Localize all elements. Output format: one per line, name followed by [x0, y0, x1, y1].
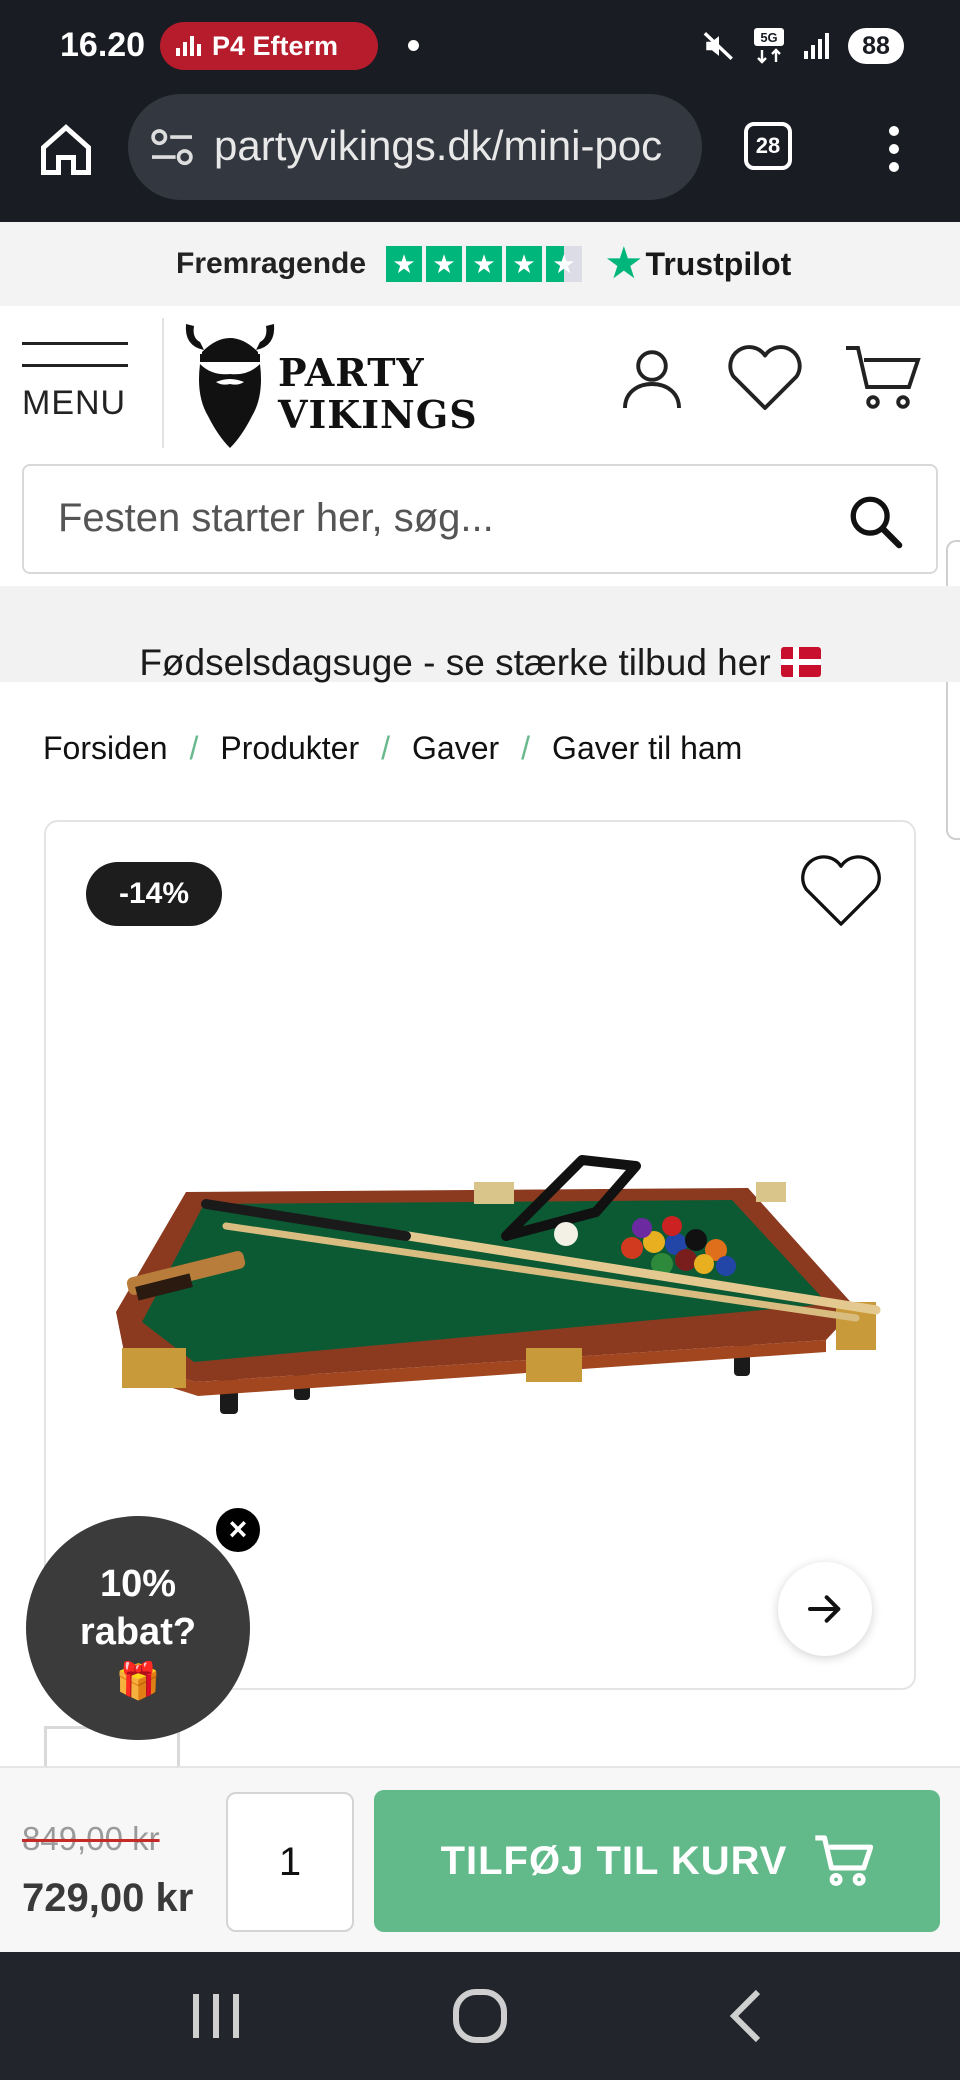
network-5g-icon: 5G [754, 28, 784, 64]
tab-switcher-button[interactable]: 28 [744, 122, 792, 170]
trustpilot-logo: ★ Trustpilot [604, 242, 791, 286]
media-chip-label: P4 Efterm [212, 31, 339, 61]
star-icon: ★ [466, 246, 503, 282]
clock: 16.20 [60, 26, 146, 64]
close-icon[interactable]: × [212, 1504, 264, 1556]
media-chip[interactable]: P4 Efterm [160, 22, 378, 70]
promo-text: Fødselsdagsuge - se stærke tilbud her [139, 642, 771, 683]
promo-banner[interactable]: Fødselsdagsuge - se stærke tilbud her [0, 586, 960, 683]
home-nav-icon[interactable] [450, 1988, 510, 2044]
header-icons [616, 342, 922, 414]
quantity-input[interactable]: 1 [226, 1792, 354, 1932]
viking-logo-icon [185, 324, 275, 448]
equalizer-icon [176, 36, 202, 56]
wishlist-heart-icon[interactable] [726, 342, 804, 414]
logo-text-vikings: VIKINGS [278, 392, 478, 437]
cart-icon[interactable] [842, 342, 922, 414]
danish-flag-icon [780, 647, 821, 678]
discount-percent: 10% [99, 1563, 177, 1605]
url-text: partyvikings.dk/mini-poc [214, 122, 663, 169]
site-header: MENU PARTY VIKINGS [0, 306, 960, 456]
search-input[interactable]: Festen starter her, søg... [22, 464, 938, 574]
system-navigation-bar [0, 1952, 960, 2080]
system-icons: 5G 88 [702, 22, 904, 70]
next-image-button[interactable] [778, 1562, 872, 1656]
breadcrumb-produkter[interactable]: Produkter [220, 730, 359, 767]
discount-badge: -14% [86, 862, 222, 926]
notification-dot [408, 40, 419, 51]
trustpilot-rating-word: Fremragende [176, 247, 367, 280]
scroll-handle[interactable] [946, 540, 960, 840]
breadcrumb: Forsiden / Produkter / Gaver / Gaver til… [43, 730, 742, 767]
battery-level: 88 [848, 28, 904, 64]
half-star-icon: ★ [546, 246, 583, 282]
star-icon: ★ [506, 246, 543, 282]
arrow-right-icon [808, 1595, 841, 1623]
add-to-cart-label: TILFØJ TIL KURV [440, 1838, 788, 1883]
breadcrumb-separator: / [381, 730, 391, 766]
breadcrumb-forsiden[interactable]: Forsiden [43, 730, 168, 767]
gift-icon: 🎁 [115, 1660, 161, 1701]
sticky-buy-bar: 849,00 kr 729,00 kr 1 TILFØJ TIL KURV [0, 1766, 960, 1952]
current-price: 729,00 kr [22, 1876, 194, 1920]
discount-popup[interactable]: 10% rabat? 🎁 [26, 1516, 250, 1740]
trustpilot-stars: ★ ★ ★ ★ ★ [386, 246, 583, 282]
add-to-wishlist-heart-icon[interactable] [798, 848, 884, 934]
site-logo[interactable]: PARTY VIKINGS [182, 316, 477, 456]
site-settings-icon[interactable] [150, 128, 194, 168]
add-to-cart-button[interactable]: TILFØJ TIL KURV [374, 1790, 940, 1932]
breadcrumb-gaver-til-ham[interactable]: Gaver til ham [552, 730, 742, 767]
menu-label: MENU [22, 384, 127, 422]
menu-button[interactable]: MENU [22, 342, 130, 442]
hamburger-icon [22, 364, 128, 367]
address-bar[interactable]: partyvikings.dk/mini-poc [128, 94, 702, 200]
breadcrumb-separator: / [189, 730, 199, 766]
trustpilot-brand: Trustpilot [645, 245, 792, 282]
search-placeholder: Festen starter her, søg... [58, 496, 494, 540]
home-icon[interactable] [36, 120, 96, 180]
signal-icon [804, 33, 829, 59]
old-price: 849,00 kr [22, 1820, 160, 1857]
breadcrumb-separator: / [521, 730, 531, 766]
logo-text-party: PARTY [278, 350, 425, 395]
recent-apps-icon[interactable] [186, 1988, 246, 2044]
header-divider [162, 318, 164, 448]
overflow-menu-icon[interactable] [886, 126, 902, 172]
svg-text:5G: 5G [760, 30, 777, 45]
discount-question: rabat? [79, 1611, 197, 1653]
star-icon: ★ [426, 246, 463, 282]
hamburger-icon [22, 342, 128, 345]
browser-toolbar: partyvikings.dk/mini-poc 28 [0, 92, 960, 222]
breadcrumb-gaver[interactable]: Gaver [412, 730, 499, 767]
product-image[interactable] [76, 1152, 916, 1472]
star-icon: ★ [386, 246, 423, 282]
account-icon[interactable] [616, 342, 688, 414]
back-icon[interactable] [718, 1988, 778, 2044]
status-bar: 16.20 P4 Efterm 5G 88 [0, 0, 960, 92]
trustpilot-star-icon: ★ [604, 239, 644, 288]
search-icon[interactable] [846, 492, 904, 550]
trustpilot-bar[interactable]: Fremragende ★ ★ ★ ★ ★ ★ Trustpilot [0, 222, 960, 306]
mute-icon [703, 32, 733, 60]
cart-icon [815, 1835, 874, 1886]
